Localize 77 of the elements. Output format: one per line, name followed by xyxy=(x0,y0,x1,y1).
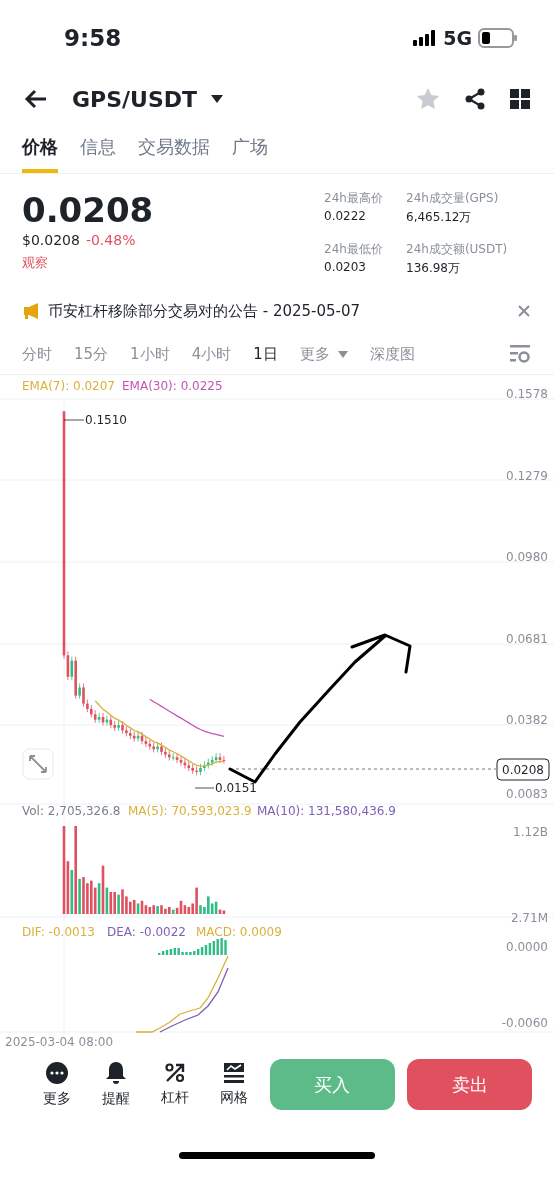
monitor-tag: 观察 xyxy=(22,254,154,272)
stat-value: 0.0222 xyxy=(324,209,367,223)
expand-button[interactable] xyxy=(22,748,54,780)
macd-axis-label: -0.0060 xyxy=(501,1016,548,1030)
stat-value: 0.0203 xyxy=(324,260,367,274)
nav-item[interactable]: 更多 xyxy=(28,1061,87,1108)
macd-legend: DEA: -0.0022 xyxy=(107,925,186,939)
price-axis-label: 0.0980 xyxy=(506,550,548,564)
sell-button[interactable]: 卖出 xyxy=(407,1059,533,1110)
grid-icon[interactable] xyxy=(510,89,530,109)
network-label: 5G xyxy=(443,26,472,49)
close-icon[interactable] xyxy=(518,305,530,317)
date-label: 2025-03-04 08:00 xyxy=(5,1035,114,1047)
interval-tab[interactable]: 更多 xyxy=(299,344,348,364)
macd-histogram-drawing xyxy=(158,938,227,955)
pair-title[interactable]: GPS/USDT xyxy=(72,86,198,112)
chart-settings-icon[interactable] xyxy=(510,345,530,363)
price-change: -0.48% xyxy=(85,232,136,248)
status-time: 9:58 xyxy=(64,24,122,51)
megaphone-icon xyxy=(24,303,40,319)
interval-tab[interactable]: 深度图 xyxy=(369,344,415,364)
stat-value: 6,465.12万 xyxy=(406,209,473,226)
low-price-label: 0.0151 xyxy=(215,781,257,795)
star-icon[interactable] xyxy=(416,87,440,111)
high-leader-line xyxy=(63,419,85,421)
high-price-label: 0.1510 xyxy=(85,413,127,427)
stat-label: 24h成交额(USDT) xyxy=(406,241,509,258)
caret-icon[interactable] xyxy=(211,95,224,103)
price-axis-label: 0.1279 xyxy=(506,468,548,483)
price-axis-label: 0.1578 xyxy=(506,387,548,401)
low-leader-line xyxy=(194,787,215,789)
tab[interactable]: 交易数据 xyxy=(138,135,210,173)
battery-icon xyxy=(478,27,518,48)
signal-icon xyxy=(413,29,438,46)
percent-icon xyxy=(165,1062,186,1083)
current-price-tag xyxy=(496,758,550,781)
volume-axis-label: 1.12B xyxy=(513,825,548,839)
interval-tab[interactable]: 15分 xyxy=(74,344,109,364)
stat-label: 24h成交量(GPS) xyxy=(406,190,500,207)
macd-legend: MACD: 0.0009 xyxy=(196,925,282,939)
buy-button[interactable]: 买入 xyxy=(269,1059,395,1110)
stat-label: 24h最低价 xyxy=(324,241,384,258)
volume-legend: MA(10): 131,580,436.9 xyxy=(257,804,396,818)
caret-icon xyxy=(337,350,348,358)
price-axis-label: 0.0681 xyxy=(506,631,548,646)
nav-item[interactable]: 杠杆 xyxy=(145,1062,205,1107)
volume-legend: MA(5): 70,593,023.9 xyxy=(128,804,252,818)
grid-chart-icon xyxy=(224,1062,245,1083)
usd-price: $0.0208 xyxy=(22,232,80,248)
price-axis-label: 0.0083 xyxy=(506,787,548,801)
current-price-label: 0.0208 xyxy=(502,763,544,777)
interval-tab[interactable]: 1小时 xyxy=(130,344,170,364)
interval-tab[interactable]: 1日 xyxy=(253,344,278,364)
tab[interactable]: 价格 xyxy=(22,135,58,173)
more-icon xyxy=(46,1061,69,1084)
back-arrow-icon[interactable] xyxy=(24,89,48,109)
nav-item[interactable]: 提醒 xyxy=(87,1061,146,1108)
tab[interactable]: 信息 xyxy=(80,135,116,173)
last-price: 0.0208 xyxy=(22,190,154,230)
stat-value: 136.98万 xyxy=(406,260,461,277)
interval-tab[interactable]: 4小时 xyxy=(191,344,232,364)
volume-legend: Vol: 2,705,326.8 xyxy=(22,804,121,818)
stat-label: 24h最高价 xyxy=(324,190,384,207)
tab[interactable]: 广场 xyxy=(232,135,268,173)
bell-icon xyxy=(106,1061,127,1084)
macd-legend: DIF: -0.0013 xyxy=(22,925,95,939)
ema-legend: EMA(7): 0.0207 xyxy=(22,379,115,393)
nav-item[interactable]: 网格 xyxy=(204,1062,264,1107)
price-axis-label: 0.0382 xyxy=(506,713,548,727)
home-indicator[interactable] xyxy=(179,1151,375,1159)
interval-tab[interactable]: 分时 xyxy=(22,344,52,364)
announcement-text[interactable]: 币安杠杆移除部分交易对的公告 - 2025-05-07 xyxy=(48,301,510,321)
share-icon[interactable] xyxy=(464,88,486,110)
macd-line xyxy=(159,967,229,1033)
macd-axis-label: 0.0000 xyxy=(506,940,548,954)
volume-axis-label: 2.71M xyxy=(510,911,548,925)
ema-legend: EMA(30): 0.0225 xyxy=(122,379,223,393)
